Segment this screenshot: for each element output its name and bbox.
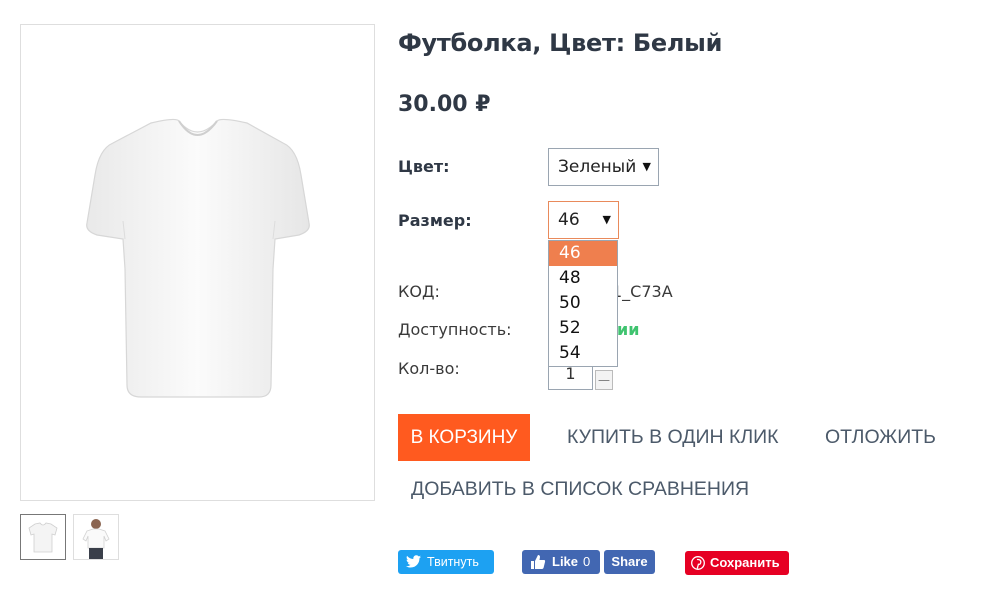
size-option[interactable]: 54 bbox=[549, 341, 617, 366]
facebook-like-count: 0 bbox=[583, 554, 591, 569]
twitter-bird-icon bbox=[406, 555, 421, 568]
tweet-label: Твитнуть bbox=[427, 555, 479, 569]
facebook-share-button[interactable]: Share bbox=[604, 550, 655, 574]
availability-value: ии bbox=[617, 320, 640, 339]
thumbnail-model[interactable] bbox=[73, 514, 119, 560]
thumbnail-shirt[interactable] bbox=[20, 514, 66, 560]
quantity-decrease-button[interactable]: — bbox=[595, 370, 613, 390]
availability-label: Доступность: bbox=[398, 320, 512, 339]
tweet-button[interactable]: Твитнуть bbox=[398, 550, 494, 574]
size-option[interactable]: 50 bbox=[549, 291, 617, 316]
facebook-like-button[interactable]: Like 0 bbox=[522, 550, 600, 574]
add-to-compare-button[interactable]: ДОБАВИТЬ В СПИСОК СРАВНЕНИЯ bbox=[411, 478, 749, 501]
size-option[interactable]: 46 bbox=[549, 241, 617, 266]
size-select[interactable]: 46 ▼ bbox=[548, 201, 619, 239]
tshirt-image bbox=[86, 118, 310, 398]
code-value: 1_C73A bbox=[612, 282, 673, 301]
size-option[interactable]: 52 bbox=[549, 316, 617, 341]
dropdown-arrow-icon: ▼ bbox=[642, 160, 651, 173]
buy-one-click-button[interactable]: КУПИТЬ В ОДИН КЛИК bbox=[567, 426, 779, 449]
add-to-cart-button[interactable]: В КОРЗИНУ bbox=[398, 414, 530, 461]
product-main-image[interactable] bbox=[20, 24, 375, 501]
product-price: 30.00 ₽ bbox=[398, 92, 491, 117]
pinterest-save-label: Сохранить bbox=[710, 555, 780, 570]
pinterest-icon bbox=[691, 556, 705, 570]
color-label: Цвет: bbox=[398, 157, 450, 176]
size-select-value: 46 bbox=[558, 210, 580, 230]
product-title: Футболка, Цвет: Белый bbox=[398, 29, 723, 57]
facebook-like-label: Like bbox=[552, 554, 579, 569]
dropdown-arrow-icon: ▼ bbox=[602, 213, 611, 226]
postpone-button[interactable]: ОТЛОЖИТЬ bbox=[825, 426, 936, 449]
thumbs-up-icon bbox=[531, 555, 546, 569]
size-dropdown-list: 46 48 50 52 54 bbox=[548, 240, 618, 367]
code-label: КОД: bbox=[398, 282, 440, 301]
size-label: Размер: bbox=[398, 211, 472, 230]
color-select-value: Зеленый bbox=[558, 157, 637, 177]
size-option[interactable]: 48 bbox=[549, 266, 617, 291]
pinterest-save-button[interactable]: Сохранить bbox=[685, 551, 789, 575]
quantity-label: Кол-во: bbox=[398, 359, 460, 378]
model-thumb-image bbox=[82, 519, 110, 559]
tshirt-thumb-image bbox=[28, 522, 58, 553]
color-select[interactable]: Зеленый ▼ bbox=[548, 148, 659, 186]
